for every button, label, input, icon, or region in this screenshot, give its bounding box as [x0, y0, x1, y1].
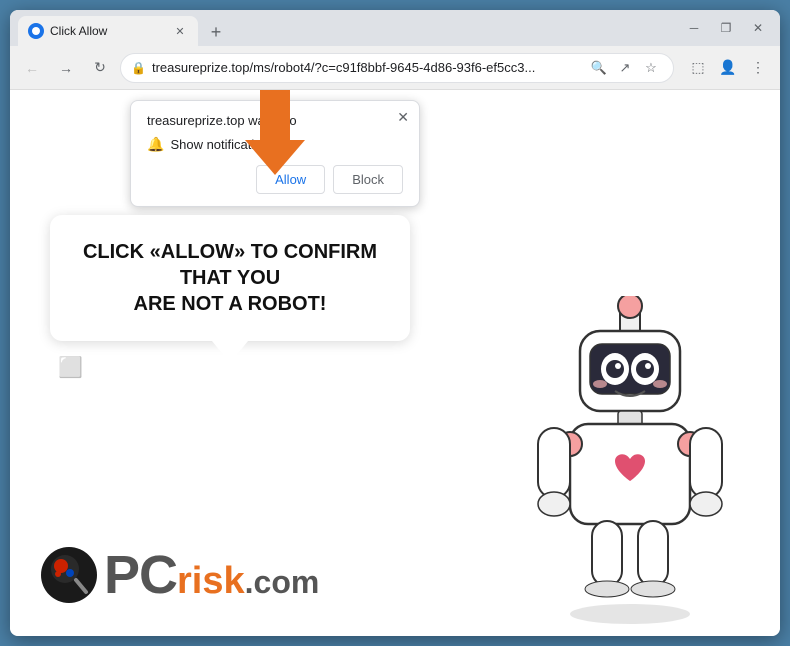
logo-risk: risk [177, 560, 245, 603]
logo-com: .com [245, 564, 320, 601]
tab-search-icon[interactable]: ⬚ [684, 54, 712, 82]
cursor: ⬜ [58, 355, 83, 380]
active-tab[interactable]: Click Allow ✕ [18, 16, 198, 46]
page-content: ✕ treasureprize.top wants to 🔔 Show noti… [10, 90, 780, 636]
lock-icon: 🔒 [131, 61, 146, 75]
window-controls: ─ ❐ ✕ [680, 14, 772, 42]
speech-bubble: CLICK «ALLOW» TO CONFIRM THAT YOU ARE NO… [50, 215, 410, 341]
pcrisk-logo: PC risk .com [40, 544, 319, 606]
logo-text-area: PC risk .com [104, 544, 319, 606]
block-button[interactable]: Block [333, 165, 403, 194]
title-bar: Click Allow ✕ + ─ ❐ ✕ [10, 10, 780, 46]
share-icon[interactable]: ↗ [613, 56, 637, 80]
tab-close-button[interactable]: ✕ [172, 23, 188, 39]
bookmark-icon[interactable]: ☆ [639, 56, 663, 80]
url-text: treasureprize.top/ms/robot4/?c=c91f8bbf-… [152, 60, 581, 75]
menu-icon[interactable]: ⋮ [744, 54, 772, 82]
close-button[interactable]: ✕ [744, 14, 772, 42]
restore-button[interactable]: ❐ [712, 14, 740, 42]
url-bar[interactable]: 🔒 treasureprize.top/ms/robot4/?c=c91f8bb… [120, 53, 674, 83]
tab-strip: Click Allow ✕ + [18, 10, 680, 46]
robot-illustration [520, 296, 740, 616]
tab-favicon [28, 23, 44, 39]
url-actions: 🔍 ↗ ☆ [587, 56, 663, 80]
arrow-indicator [205, 90, 305, 200]
browser-window: Click Allow ✕ + ─ ❐ ✕ ← → ↻ 🔒 treasurepr… [10, 10, 780, 636]
minimize-button[interactable]: ─ [680, 14, 708, 42]
bell-icon: 🔔 [147, 136, 164, 153]
search-icon[interactable]: 🔍 [587, 56, 611, 80]
profile-icon[interactable]: 👤 [714, 54, 742, 82]
address-bar: ← → ↻ 🔒 treasureprize.top/ms/robot4/?c=c… [10, 46, 780, 90]
back-button[interactable]: ← [18, 54, 46, 82]
forward-button[interactable]: → [52, 54, 80, 82]
notification-close-button[interactable]: ✕ [397, 109, 409, 126]
tab-title: Click Allow [50, 24, 166, 38]
refresh-button[interactable]: ↻ [86, 54, 114, 82]
logo-pc: PC [104, 544, 177, 606]
bubble-text: CLICK «ALLOW» TO CONFIRM THAT YOU ARE NO… [78, 239, 382, 317]
bubble-line1: CLICK «ALLOW» TO CONFIRM THAT YOU [83, 241, 377, 289]
bubble-line2: ARE NOT A ROBOT! [134, 293, 327, 315]
browser-actions: ⬚ 👤 ⋮ [684, 54, 772, 82]
new-tab-button[interactable]: + [202, 18, 230, 46]
